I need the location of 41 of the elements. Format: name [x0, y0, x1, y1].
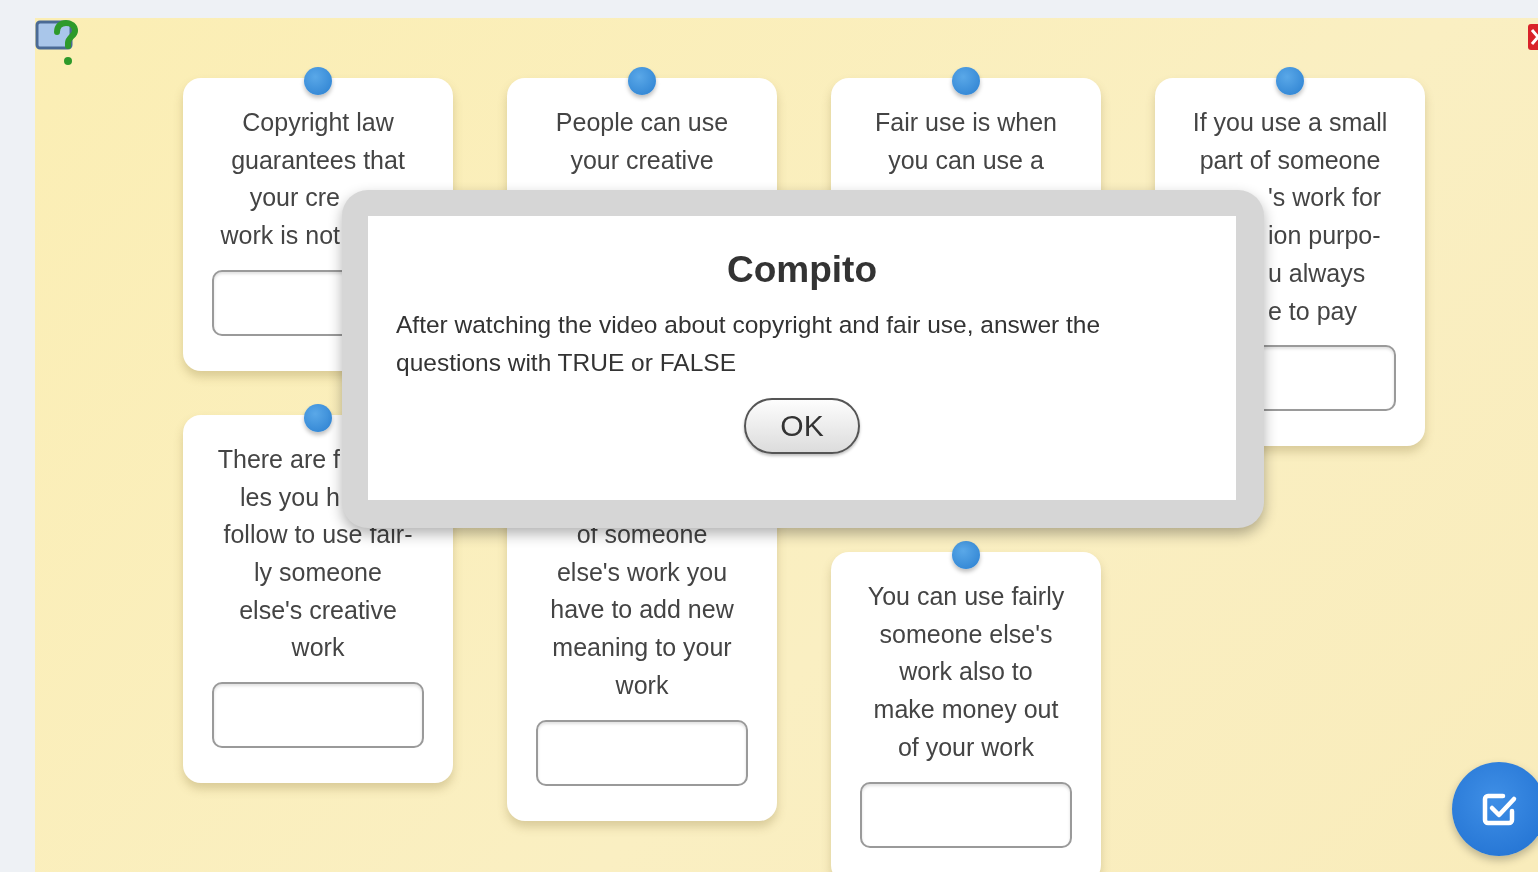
question-text: make money out [872, 694, 1060, 726]
answer-field[interactable] [860, 781, 1072, 848]
question-text: else's creative [238, 594, 398, 626]
question-text: People can use [554, 107, 730, 138]
question-text: your creative [569, 144, 715, 176]
pin-icon [952, 541, 980, 569]
question-text: work [614, 669, 670, 701]
question-text: work is not [219, 220, 341, 252]
answer-field[interactable] [536, 719, 748, 786]
question-text: have to add new [549, 594, 735, 626]
pin-icon [304, 403, 332, 432]
question-text: There are f [216, 443, 341, 475]
pin-icon [628, 67, 656, 95]
question-text: someone else's [878, 618, 1054, 650]
question-text: guarantees that [230, 144, 406, 176]
question-text: You can use fairly [866, 581, 1066, 612]
question-text: else's work you [555, 556, 729, 588]
question-text: e to pay [1267, 295, 1358, 327]
question-text: Copyright law [241, 107, 395, 138]
check-button[interactable] [1452, 762, 1538, 856]
question-text: If you use a small [1191, 107, 1389, 138]
question-text: Fair use is when [874, 107, 1058, 138]
question-text: you can use a [887, 144, 1045, 176]
question-text: work also to [898, 656, 1034, 688]
pin-icon [1276, 67, 1304, 95]
pin-icon [952, 67, 980, 95]
dialog-message: After watching the video about copyright and fair use, answer the questions with TRUE or FALSE [396, 310, 1102, 378]
question-text: les you h [238, 481, 341, 513]
question-text: part of someone [1198, 144, 1382, 176]
question-text: meaning to your [551, 632, 733, 664]
question-text: u always [1267, 257, 1367, 289]
answer-field[interactable] [212, 682, 424, 749]
question-text: of your work [896, 731, 1036, 763]
question-text: 's work for [1267, 182, 1383, 214]
question-text: your cre [248, 182, 341, 214]
pin-icon [304, 67, 332, 95]
ok-button[interactable]: OK [744, 398, 860, 454]
question-text: ion purpo- [1267, 220, 1382, 252]
dialog-title: Compito [726, 248, 878, 292]
question-text: ly someone [253, 556, 383, 588]
question-text: work [290, 632, 346, 664]
